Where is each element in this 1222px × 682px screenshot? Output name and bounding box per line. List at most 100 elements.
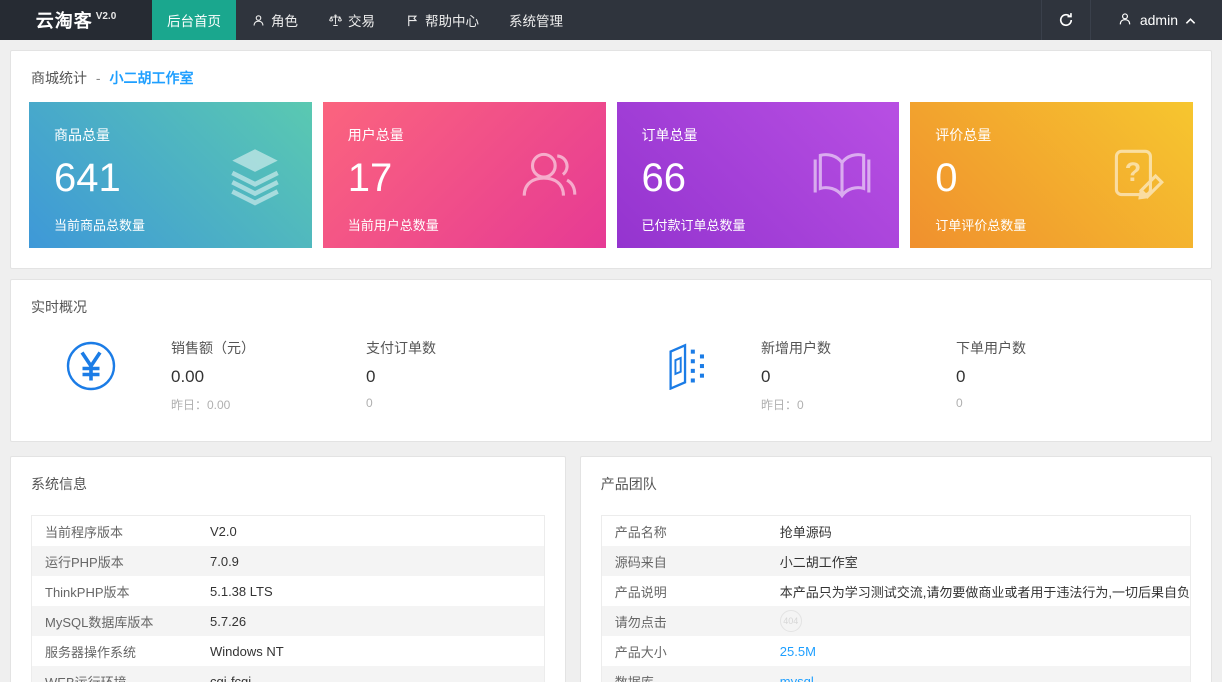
- shop-stats-panel: 商城统计 - 小二胡工作室 商品总量641当前商品总数量用户总量17当前用户总数…: [10, 50, 1212, 269]
- row-label: 当前程序版本: [32, 522, 210, 541]
- refresh-icon: [1057, 11, 1075, 29]
- metric-value: 0: [366, 367, 561, 387]
- user-icon: [251, 13, 266, 28]
- row-value: mysql: [780, 674, 814, 682]
- row-value: 5.1.38 LTS: [210, 584, 273, 599]
- layers-icon: [222, 142, 288, 208]
- table-row: 产品名称抢单源码: [602, 516, 1190, 546]
- table-row: MySQL数据库版本5.7.26: [32, 606, 544, 636]
- row-value: 小二胡工作室: [780, 552, 858, 571]
- product-team-table: 产品名称抢单源码源码来自小二胡工作室产品说明本产品只为学习测试交流,请勿要做商业…: [601, 515, 1191, 682]
- panel-title: 实时概况: [31, 299, 87, 315]
- metric-label: 新增用户数: [761, 338, 956, 358]
- edit-icon: ?: [1103, 142, 1169, 208]
- nav-item-help[interactable]: 帮助中心: [390, 0, 494, 40]
- row-label: 请勿点击: [602, 612, 780, 631]
- row-value: cgi-fcgi: [210, 674, 251, 682]
- metric-new-users: 新增用户数0昨日：0: [761, 336, 956, 413]
- row-label: ThinkPHP版本: [32, 582, 210, 601]
- nav-item-roles[interactable]: 角色: [236, 0, 313, 40]
- nav-item-system[interactable]: 系统管理: [494, 0, 578, 40]
- metric-paid-orders: 支付订单数00: [366, 336, 561, 410]
- table-row: 数据库mysql: [602, 666, 1190, 682]
- studio-link[interactable]: 小二胡工作室: [109, 70, 193, 86]
- username: admin: [1140, 12, 1178, 28]
- system-info-table: 当前程序版本V2.0运行PHP版本7.0.9ThinkPHP版本5.1.38 L…: [31, 515, 545, 682]
- table-row: 当前程序版本V2.0: [32, 516, 544, 546]
- nav-item-home[interactable]: 后台首页: [152, 0, 236, 40]
- book-icon: [809, 142, 875, 208]
- caret-icon: [1185, 17, 1196, 25]
- badge-404[interactable]: 404: [780, 610, 802, 632]
- row-label: 产品大小: [602, 642, 780, 661]
- row-label: MySQL数据库版本: [32, 612, 210, 631]
- scales-icon: [328, 13, 343, 28]
- flag-icon: [405, 13, 420, 28]
- row-label: WEB运行环境: [32, 672, 210, 682]
- card-desc: 订单评价总数量: [935, 215, 1168, 234]
- table-row: WEB运行环境cgi-fcgi: [32, 666, 544, 682]
- card-desc: 当前用户总数量: [348, 215, 581, 234]
- building-icon: [661, 340, 711, 390]
- layers-icon: [222, 142, 288, 208]
- row-value: 5.7.26: [210, 614, 246, 629]
- system-info-header: 系统信息: [11, 457, 565, 505]
- metric-label: 支付订单数: [366, 338, 561, 358]
- realtime-metrics: 销售额（元）0.00昨日：0.00支付订单数00新增用户数0昨日：0下单用户数0…: [11, 328, 1211, 441]
- refresh-button[interactable]: [1041, 0, 1091, 40]
- row-value: 404: [780, 610, 802, 632]
- stat-cards-row: 商品总量641当前商品总数量用户总量17当前用户总数量订单总量66已付款订单总数…: [11, 99, 1211, 268]
- nav-item-label: 后台首页: [167, 10, 221, 30]
- table-link[interactable]: mysql: [780, 674, 814, 682]
- panel-title: 系统信息: [31, 476, 87, 492]
- shop-stats-header: 商城统计 - 小二胡工作室: [11, 51, 1211, 99]
- app-logo[interactable]: 云淘客 V2.0: [0, 0, 152, 40]
- stat-card-users: 用户总量17当前用户总数量: [323, 102, 606, 248]
- row-label: 源码来自: [602, 552, 780, 571]
- metric-value: 0: [956, 367, 1151, 387]
- edit-icon: ?: [1103, 142, 1169, 208]
- table-row: 服务器操作系统Windows NT: [32, 636, 544, 666]
- card-desc: 已付款订单总数量: [642, 215, 875, 234]
- nav-item-label: 交易: [348, 10, 375, 30]
- system-info-panel: 系统信息 当前程序版本V2.0运行PHP版本7.0.9ThinkPHP版本5.1…: [10, 456, 566, 682]
- user-icon: [1117, 11, 1133, 30]
- metric-sub: 昨日：0: [761, 396, 956, 413]
- row-value: Windows NT: [210, 644, 284, 659]
- book-icon: [809, 142, 875, 208]
- product-team-header: 产品团队: [581, 457, 1211, 505]
- realtime-header: 实时概况: [11, 280, 1211, 328]
- stat-card-products: 商品总量641当前商品总数量: [29, 102, 312, 248]
- table-link[interactable]: 25.5M: [780, 644, 816, 659]
- nav-item-trade[interactable]: 交易: [313, 0, 390, 40]
- building-icon: [611, 336, 761, 390]
- row-value: V2.0: [210, 524, 237, 539]
- users-icon: [516, 142, 582, 208]
- svg-text:?: ?: [1125, 157, 1141, 187]
- metric-value: 0.00: [171, 367, 366, 387]
- row-value: 本产品只为学习测试交流,请勿要做商业或者用于违法行为,一切后果自负: [780, 582, 1190, 601]
- table-row: 产品说明本产品只为学习测试交流,请勿要做商业或者用于违法行为,一切后果自负: [602, 576, 1190, 606]
- nav-item-label: 角色: [271, 10, 298, 30]
- navbar-right: admin: [1041, 0, 1222, 40]
- row-label: 产品说明: [602, 582, 780, 601]
- nav-item-label: 系统管理: [509, 10, 563, 30]
- metric-sub: 昨日：0.00: [171, 396, 366, 413]
- row-value: 抢单源码: [780, 522, 832, 541]
- nav-item-label: 帮助中心: [425, 10, 479, 30]
- yen-icon: [65, 340, 117, 392]
- app-version: V2.0: [96, 11, 117, 22]
- chevron-up-icon: [1185, 12, 1196, 28]
- metric-ordering-users: 下单用户数00: [956, 336, 1151, 410]
- user-menu[interactable]: admin: [1091, 0, 1222, 40]
- metric-sub: 0: [956, 396, 1151, 410]
- yen-icon: [11, 336, 171, 392]
- stat-card-orders: 订单总量66已付款订单总数量: [617, 102, 900, 248]
- table-row: 请勿点击404: [602, 606, 1190, 636]
- row-value: 7.0.9: [210, 554, 239, 569]
- table-row: 源码来自小二胡工作室: [602, 546, 1190, 576]
- metric-sales: 销售额（元）0.00昨日：0.00: [171, 336, 366, 413]
- row-value: 25.5M: [780, 644, 816, 659]
- table-row: 产品大小25.5M: [602, 636, 1190, 666]
- realtime-group: 销售额（元）0.00昨日：0.00支付订单数00: [11, 336, 611, 413]
